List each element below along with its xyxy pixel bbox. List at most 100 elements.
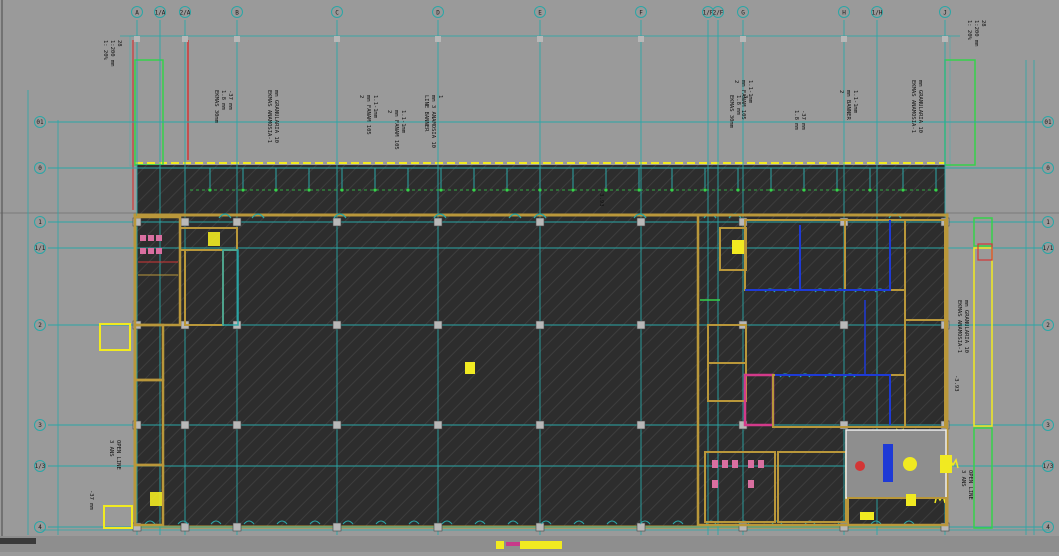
structural-column	[636, 420, 646, 430]
structural-column	[636, 217, 646, 227]
center-marker	[465, 362, 475, 374]
note-line: 1:200 mm	[109, 40, 115, 67]
note-line: 3 ANS	[960, 470, 966, 487]
grid-label-col-a1: 1/A	[155, 10, 166, 17]
note-n8: 1.8 mm -37 mm	[793, 110, 806, 131]
left-entry-stair	[99, 323, 131, 351]
grid-label-col-a: A	[135, 10, 139, 17]
structural-column	[535, 420, 545, 430]
note-n15: 3 ANS OPEN LINE	[960, 470, 973, 500]
note-n14: 3 ANS OPEN LINE	[108, 440, 121, 470]
grid-label-col-f: F	[639, 10, 643, 17]
note-line: 1: 20%	[102, 40, 108, 61]
status-magenta	[506, 542, 520, 546]
grid-label-row-r31-r: 1/3	[1043, 463, 1054, 470]
note-line: 1.8 mm	[220, 90, 226, 111]
note-n18: -3.93	[953, 375, 959, 392]
note-line: mm FANAM 105	[365, 95, 371, 135]
note-line: 3	[742, 95, 748, 98]
grid-label-row-r1-r: 1	[1046, 219, 1050, 226]
note-line: mm GRANULARIA 10	[273, 90, 279, 143]
grid-label-col-c: C	[335, 10, 339, 17]
roof-column	[435, 36, 441, 42]
roof-column	[182, 36, 188, 42]
note-line: EKMAS ANAMOSIA-1	[956, 300, 962, 353]
note-line: 1.1-1mm	[747, 80, 753, 104]
note-line: mm FANAM 105	[393, 110, 399, 150]
note-line: -3.93	[953, 375, 959, 392]
roof-column	[638, 36, 644, 42]
structural-column	[433, 420, 443, 430]
roof-column	[841, 36, 847, 42]
note-n13: EKMAS ANAMOSIA-1 mm GRANULARIA 10	[956, 300, 969, 353]
structural-column	[232, 217, 242, 227]
structural-column	[636, 320, 646, 330]
structural-column	[636, 522, 646, 532]
roof-column	[537, 36, 543, 42]
structural-column	[433, 522, 443, 532]
note-line: 1.8 mm	[793, 110, 799, 131]
roof-column	[134, 36, 140, 42]
status-icon	[496, 541, 504, 549]
structural-column	[232, 420, 242, 430]
right-lower-stair	[973, 427, 993, 529]
note-line: 1.1-1mm	[852, 90, 858, 114]
right-stair-block	[944, 59, 976, 166]
note-line: mm GRANULARIA 10	[963, 300, 969, 353]
structural-column	[535, 522, 545, 532]
grid-label-row-r11-r: 1/1	[1043, 245, 1054, 252]
grid-label-row-r3-l: 3	[38, 422, 42, 429]
grid-label-col-f2: 2/F	[713, 10, 724, 17]
grid-label-row-r2-r: 2	[1046, 322, 1050, 329]
grid-label-col-g: G	[741, 10, 745, 17]
roof-column	[942, 36, 948, 42]
note-line: mm 3 ANAMOSIA 10	[430, 95, 436, 148]
note-line: mm GRANULARIA 10	[917, 80, 923, 133]
lobby-fixture	[883, 444, 893, 482]
note-line: 1.1-1mm	[372, 95, 378, 119]
note-line: 1	[437, 95, 443, 98]
structural-column	[332, 420, 342, 430]
note-n4: 2 mm FANAM 105 1.1-1mm	[358, 95, 378, 135]
note-line: 2	[358, 95, 364, 98]
structural-column	[332, 522, 342, 532]
left-stair-block	[134, 59, 164, 166]
grid-label-row-r2-l: 2	[38, 322, 42, 329]
note-line: 1.1-1mm	[400, 110, 406, 134]
stair-icon-2	[940, 455, 952, 473]
note-n1: 1: 20% 1:200 mm 28	[102, 40, 122, 67]
cad-drawing-canvas[interactable]: A 1/A 2/A B C D E F 1/F 2/F G H 1/H J 01 01 0 0 1 1 1/1 1/1 2 2…	[0, 0, 1059, 552]
note-line: 1.8 mm	[735, 95, 741, 116]
note-line: EKMAS ANAMOSIA-1	[910, 80, 916, 133]
note-line: LINE BANNER	[423, 95, 429, 132]
note-line: 28	[116, 40, 122, 47]
note-n3: EKMAS ANAMOSIA-1 mm GRANULARIA 10	[266, 90, 279, 143]
note-line: 1: 20%	[966, 20, 972, 41]
lobby-marker	[855, 461, 865, 471]
note-n11: 1: 20% 1:200 mm 28	[966, 20, 986, 47]
structural-column	[180, 522, 190, 532]
note-n2: EKMAS 30mm 1.8 mm -37 mm	[213, 90, 233, 124]
note-line: OPEN LINE	[115, 440, 121, 470]
grid-label-row-r3-r: 3	[1046, 422, 1050, 429]
grid-label-row-r01-l: 01	[36, 119, 44, 126]
status-bar	[0, 536, 1059, 552]
roof-column	[740, 36, 746, 42]
main-floor-area	[135, 215, 947, 527]
note-line: EKMAS 30mm	[213, 90, 219, 124]
roof-column	[234, 36, 240, 42]
structural-column	[433, 320, 443, 330]
note-line: 2	[733, 80, 739, 83]
left-entry-stair-2	[103, 505, 133, 529]
structural-column	[535, 320, 545, 330]
note-line: EKMAS 30mm	[728, 95, 734, 129]
note-line: mm BANNER	[845, 90, 851, 120]
note-line: -37 mm	[88, 490, 94, 511]
stair-icon-4	[860, 512, 874, 520]
grid-label-row-r1-l: 1	[38, 219, 42, 226]
grid-label-col-j: J	[943, 10, 947, 17]
stair-icon-1	[732, 240, 744, 254]
grid-label-col-b: B	[235, 10, 239, 17]
structural-column	[332, 217, 342, 227]
left-stair-mark	[208, 232, 220, 246]
